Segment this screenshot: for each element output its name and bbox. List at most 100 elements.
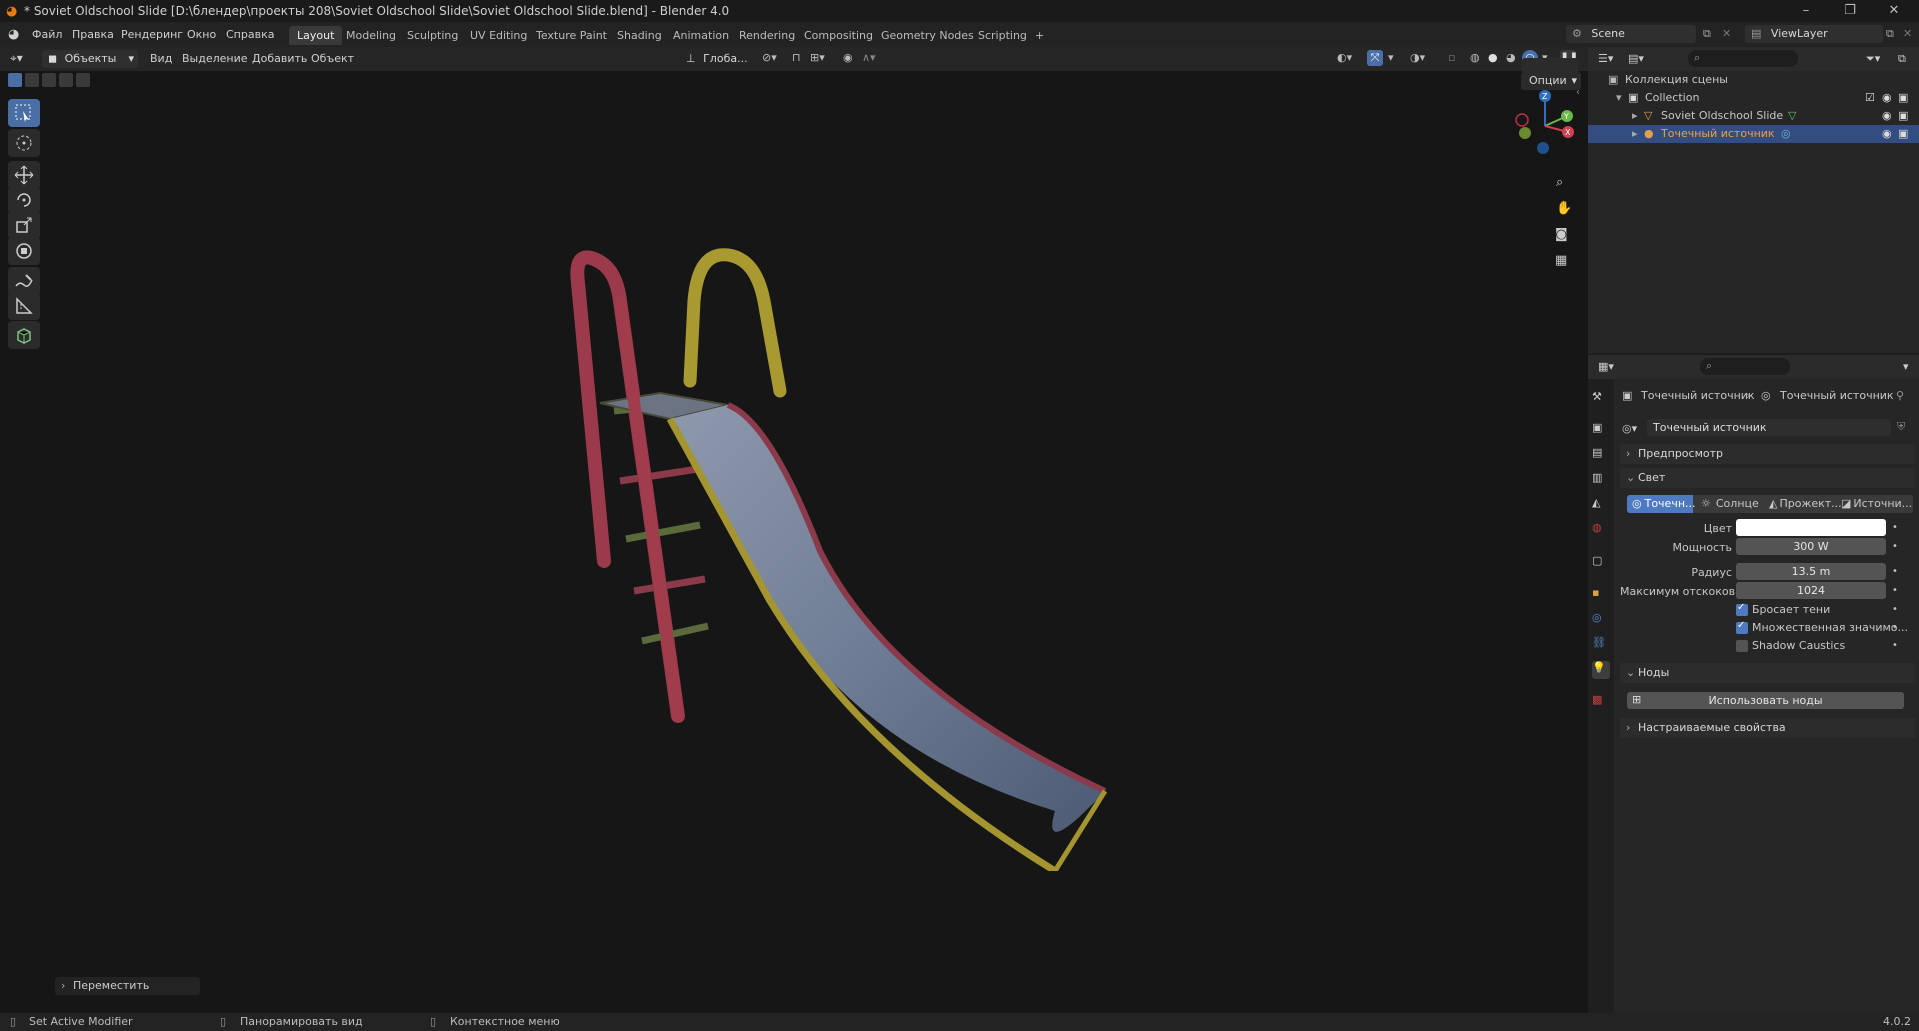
filter-icon[interactable]: ⏷▾: [1866, 52, 1880, 66]
outliner-collection[interactable]: ▾ ▣ Collection ☑ ◉ ▣: [1588, 89, 1919, 107]
tab-uv-editing[interactable]: UV Editing: [462, 26, 535, 45]
eye-icon[interactable]: ◉: [1882, 89, 1892, 107]
section-nodes[interactable]: ⌄ Ноды: [1620, 663, 1915, 683]
power-field[interactable]: 300 W: [1736, 538, 1886, 555]
pivot-point-icon[interactable]: ⊘▾: [762, 51, 777, 64]
menu-window[interactable]: Окно: [187, 28, 216, 41]
annotate-tool[interactable]: [8, 267, 40, 295]
select-subtract-icon[interactable]: [42, 73, 56, 87]
viewport-menu-select[interactable]: Выделение: [182, 52, 248, 65]
xray-icon[interactable]: ▫: [1448, 51, 1455, 64]
world-tab-icon[interactable]: ◍: [1592, 521, 1610, 539]
light-datablock-icon[interactable]: ◎▾: [1622, 422, 1637, 435]
tool-tab-icon[interactable]: ⚒: [1592, 390, 1610, 408]
material-shading-icon[interactable]: ◕: [1506, 51, 1516, 64]
fake-user-shield-icon[interactable]: ⛨: [1897, 420, 1905, 434]
gizmo-chevron-icon[interactable]: ▾: [1388, 51, 1394, 64]
solid-shading-icon[interactable]: ●: [1488, 51, 1498, 64]
rotate-tool[interactable]: [8, 186, 40, 214]
select-new-icon[interactable]: [8, 73, 22, 87]
expand-arrow-icon[interactable]: ▸: [1632, 125, 1638, 143]
constraints-tab-icon[interactable]: ⛓: [1592, 636, 1610, 654]
transform-tool[interactable]: [8, 237, 40, 265]
tab-geometry-nodes[interactable]: Geometry Nodes: [873, 26, 982, 45]
keyframe-dot-icon[interactable]: •: [1892, 541, 1898, 552]
navigation-gizmo[interactable]: Z Y X: [1505, 86, 1585, 166]
light-type-point[interactable]: ◎ Точечн...: [1627, 495, 1696, 513]
viewport-menu-object[interactable]: Объект: [311, 52, 354, 65]
expand-arrow-icon[interactable]: ▸: [1632, 107, 1638, 125]
soviet-slide-model[interactable]: [560, 171, 1360, 871]
keyframe-dot-icon[interactable]: •: [1892, 604, 1898, 615]
properties-search-input[interactable]: ⌕: [1700, 358, 1790, 375]
multiple-importance-checkbox[interactable]: ✓: [1736, 620, 1748, 634]
viewport-menu-add[interactable]: Добавить: [252, 52, 307, 65]
maximize-icon[interactable]: ❐: [1830, 2, 1870, 20]
keyframe-dot-icon[interactable]: •: [1892, 640, 1898, 651]
keyframe-dot-icon[interactable]: •: [1892, 622, 1898, 633]
object-tab-icon[interactable]: ▪: [1592, 586, 1610, 604]
render-tab-icon[interactable]: ▣: [1592, 421, 1610, 439]
menu-help[interactable]: Справка: [226, 28, 274, 41]
minimize-icon[interactable]: –: [1786, 2, 1826, 20]
proportional-editing-icon[interactable]: ◉: [843, 51, 853, 64]
camera-render-icon[interactable]: ▣: [1898, 107, 1908, 125]
zoom-icon[interactable]: ⌕: [1556, 175, 1563, 190]
physics-tab-icon[interactable]: ◎: [1592, 611, 1610, 629]
outliner-item-slide[interactable]: ▸ ▽ Soviet Oldschool Slide ▽ ◉ ▣: [1588, 107, 1919, 125]
menu-file[interactable]: Файл: [32, 28, 62, 41]
select-box-tool[interactable]: [8, 99, 40, 127]
section-light[interactable]: ⌄ Свет: [1620, 468, 1915, 488]
wireframe-shading-icon[interactable]: ◍: [1470, 51, 1480, 64]
select-invert-icon[interactable]: [59, 73, 73, 87]
section-custom-properties[interactable]: › Настраиваемые свойства: [1620, 718, 1915, 738]
properties-editor-type-icon[interactable]: ▦▾: [1598, 360, 1614, 373]
view-layer-tab-icon[interactable]: ▥: [1592, 471, 1610, 489]
last-operator-panel[interactable]: › Переместить: [55, 977, 200, 995]
texture-tab-icon[interactable]: ▩: [1592, 693, 1610, 711]
gizmo-neg-y-axis[interactable]: [1519, 127, 1531, 139]
exclude-checkbox-icon[interactable]: ☑: [1865, 89, 1875, 107]
new-scene-icon[interactable]: ⧉: [1703, 27, 1711, 41]
light-data-tab-icon[interactable]: 💡: [1592, 661, 1610, 679]
close-icon[interactable]: ✕: [1874, 2, 1914, 20]
camera-render-icon[interactable]: ▣: [1898, 125, 1908, 143]
tab-scripting[interactable]: Scripting: [970, 26, 1035, 45]
new-collection-icon[interactable]: ⧉: [1898, 52, 1906, 66]
tab-animation[interactable]: Animation: [665, 26, 737, 45]
shadow-caustics-checkbox[interactable]: [1736, 640, 1748, 652]
menu-edit[interactable]: Правка: [72, 28, 114, 41]
tab-compositing[interactable]: Compositing: [796, 26, 881, 45]
outliner-editor-type-icon[interactable]: ☰▾: [1598, 52, 1613, 65]
keyframe-dot-icon[interactable]: •: [1892, 522, 1898, 533]
light-type-sun[interactable]: ☼ Солнце: [1695, 495, 1761, 513]
tab-layout[interactable]: Layout: [289, 26, 343, 45]
light-type-area[interactable]: ◪ Источни...: [1839, 495, 1913, 513]
editor-type-icon[interactable]: ⌖▾: [10, 51, 23, 66]
add-cube-tool[interactable]: [8, 321, 40, 349]
visibility-icon[interactable]: ◐▾: [1337, 51, 1352, 64]
gizmo-neg-x-axis[interactable]: [1515, 113, 1529, 127]
outliner-scene-collection[interactable]: ▣ Коллекция сцены: [1588, 71, 1919, 89]
eye-icon[interactable]: ◉: [1882, 125, 1892, 143]
tab-rendering[interactable]: Rendering: [731, 26, 803, 45]
tab-modeling[interactable]: Modeling: [338, 26, 404, 45]
max-bounces-field[interactable]: 1024: [1736, 582, 1886, 599]
snap-target-icon[interactable]: ⊞▾: [810, 51, 825, 64]
move-tool[interactable]: [8, 161, 40, 189]
chevron-down-icon[interactable]: ▾: [1903, 360, 1909, 373]
display-mode-icon[interactable]: ▤▾: [1628, 52, 1644, 65]
blender-menu-icon[interactable]: ◕: [8, 27, 19, 42]
transform-orientation-selector[interactable]: ⊥ Глоба...: [684, 50, 752, 68]
output-tab-icon[interactable]: ▤: [1592, 446, 1610, 464]
perspective-grid-icon[interactable]: ▦: [1555, 253, 1567, 268]
keyframe-dot-icon[interactable]: •: [1892, 566, 1898, 577]
tab-sculpting[interactable]: Sculpting: [399, 26, 466, 45]
eye-icon[interactable]: ◉: [1882, 107, 1892, 125]
expand-arrow-icon[interactable]: ▾: [1616, 89, 1622, 107]
color-swatch[interactable]: [1736, 519, 1886, 536]
delete-view-layer-icon[interactable]: ✕: [1903, 27, 1912, 40]
scene-selector[interactable]: ⚙ Scene: [1566, 25, 1696, 43]
overlays-icon[interactable]: ◑▾: [1410, 51, 1425, 64]
falloff-icon[interactable]: ∧▾: [862, 51, 876, 64]
